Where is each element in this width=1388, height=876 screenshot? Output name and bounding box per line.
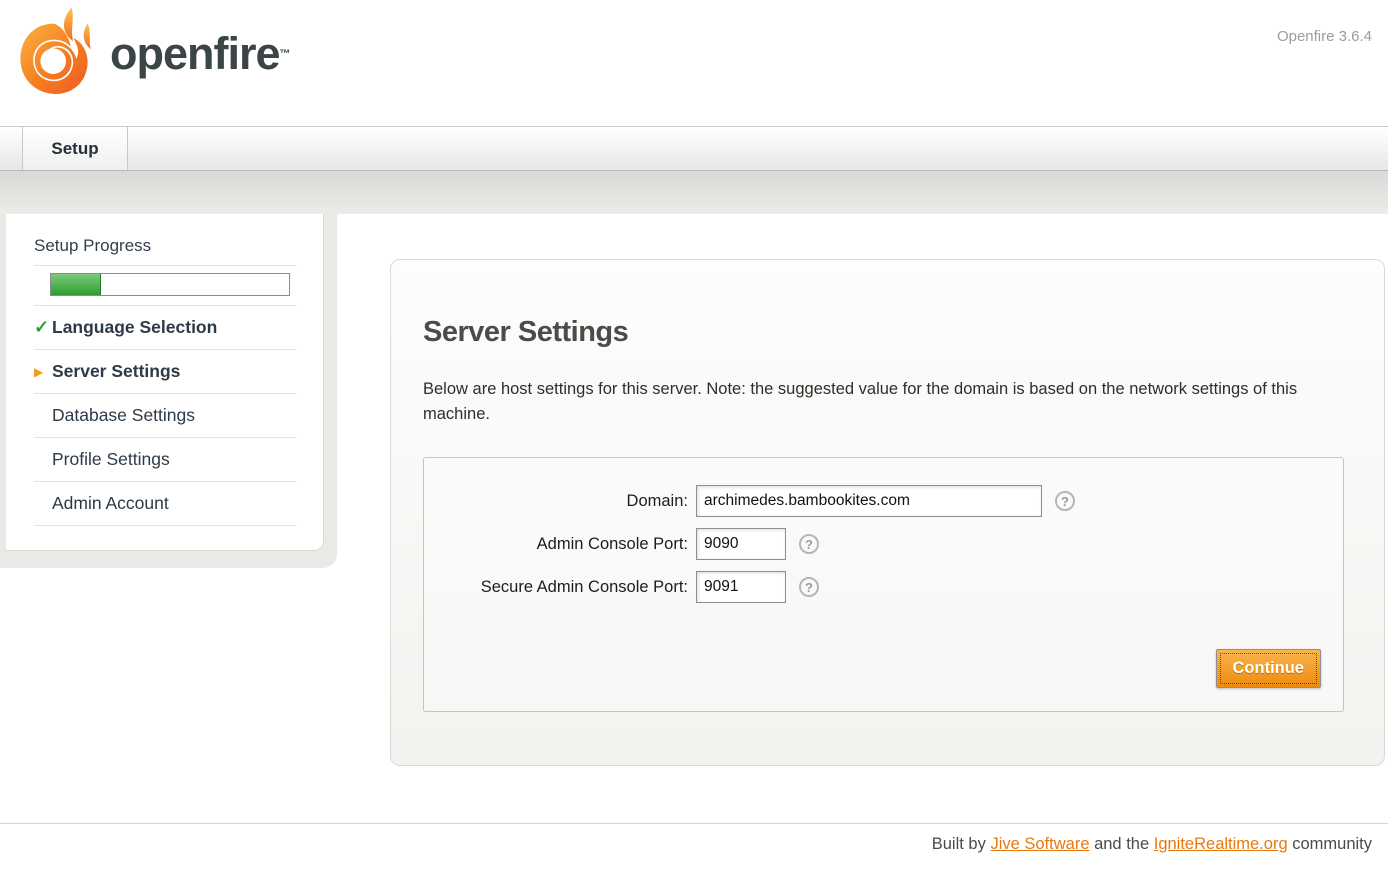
jive-software-link[interactable]: Jive Software [990,835,1089,853]
sidebar-item-profile-settings: Profile Settings [34,438,297,482]
divider [34,265,297,266]
step-label: Admin Account [52,493,169,514]
sidebar-title: Setup Progress [34,236,297,256]
progress-bar [50,273,290,296]
subnav-band [0,171,1388,214]
page: openfire™ Openfire 3.6.4 Setup Setup Pro… [0,0,1388,876]
secure-admin-console-port-label: Secure Admin Console Port: [424,578,696,597]
step-label: Server Settings [52,361,180,382]
admin-console-port-label: Admin Console Port: [424,535,696,554]
logo-trademark: ™ [280,48,291,60]
page-title: Server Settings [423,316,1344,349]
page-description: Below are host settings for this server.… [423,377,1303,427]
sidebar-background: Setup Progress ✓ Language Selection ▶ Se… [0,214,337,568]
step-label: Database Settings [52,405,195,426]
tab-bar: Setup [0,126,1388,171]
check-icon: ✓ [34,317,52,338]
help-icon[interactable]: ? [799,577,819,597]
step-label: Language Selection [52,317,217,338]
logo-text: openfire [110,28,280,80]
header: openfire™ Openfire 3.6.4 [0,0,1388,126]
flame-icon [14,4,102,104]
secure-admin-console-port-input[interactable] [696,571,786,603]
progress-bar-fill [51,274,101,295]
step-label: Profile Settings [52,449,170,470]
server-settings-form: Domain: ? Admin Console Port: ? Secure A… [423,457,1344,712]
footer-text: Built by [932,835,991,853]
form-row-admin-port: Admin Console Port: ? [424,528,1321,560]
setup-steps-list: ✓ Language Selection ▶ Server Settings D… [34,305,297,526]
form-row-domain: Domain: ? [424,485,1321,517]
main-panel: Server Settings Below are host settings … [390,259,1385,766]
sidebar-item-language-selection: ✓ Language Selection [34,306,297,350]
footer: Built by Jive Software and the IgniteRea… [0,823,1388,876]
button-row: Continue [424,649,1321,688]
setup-progress-panel: Setup Progress ✓ Language Selection ▶ Se… [6,214,324,551]
domain-label: Domain: [424,492,696,511]
help-icon[interactable]: ? [1055,491,1075,511]
openfire-logo: openfire™ [14,4,291,104]
continue-button[interactable]: Continue [1216,649,1322,688]
content-area: Setup Progress ✓ Language Selection ▶ Se… [0,214,1388,823]
version-label: Openfire 3.6.4 [1277,28,1372,45]
tab-setup[interactable]: Setup [22,127,128,170]
form-row-secure-admin-port: Secure Admin Console Port: ? [424,571,1321,603]
sidebar-item-server-settings: ▶ Server Settings [34,350,297,394]
domain-input[interactable] [696,485,1042,517]
admin-console-port-input[interactable] [696,528,786,560]
help-icon[interactable]: ? [799,534,819,554]
sidebar-item-admin-account: Admin Account [34,482,297,526]
footer-text: community [1288,835,1372,853]
sidebar-item-database-settings: Database Settings [34,394,297,438]
igniterealtime-link[interactable]: IgniteRealtime.org [1154,835,1288,853]
footer-text: and the [1090,835,1154,853]
current-step-arrow-icon: ▶ [34,365,52,379]
